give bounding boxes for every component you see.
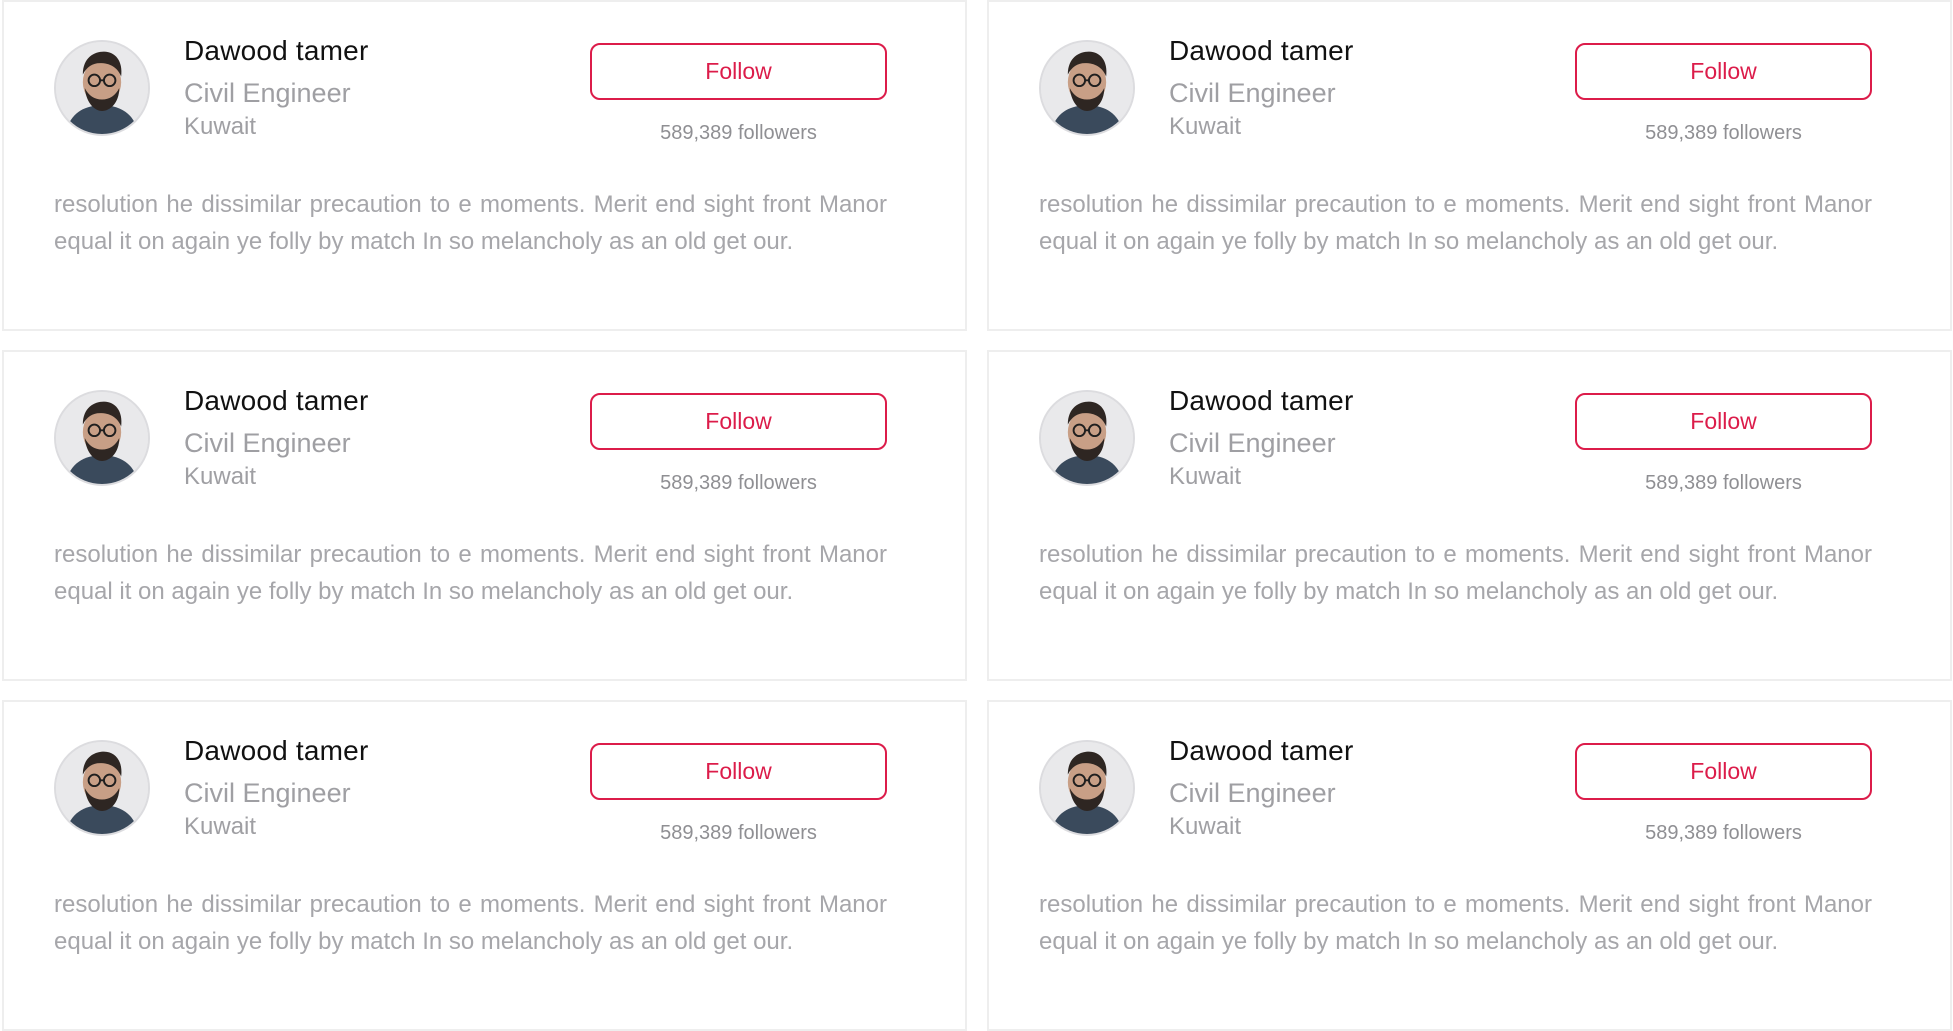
profile-card: Dawood tamer Civil Engineer Kuwait Follo…: [987, 700, 1952, 1031]
profile-name: Dawood tamer: [1169, 35, 1354, 66]
profile-name: Dawood tamer: [184, 385, 369, 416]
profile-card: Dawood tamer Civil Engineer Kuwait Follo…: [2, 350, 967, 681]
profile-location: Kuwait: [184, 463, 257, 490]
profile-location: Kuwait: [184, 113, 257, 140]
profile-role: Civil Engineer: [1169, 428, 1336, 458]
user-avatar-icon: [1041, 742, 1133, 834]
profile-card: Dawood tamer Civil Engineer Kuwait Follo…: [2, 0, 967, 331]
profile-bio: resolution he dissimilar precaution to e…: [54, 541, 887, 605]
profile-bio: resolution he dissimilar precaution to e…: [1039, 191, 1872, 255]
profile-role: Civil Engineer: [184, 428, 351, 458]
user-avatar-icon: [56, 392, 148, 484]
profile-bio: resolution he dissimilar precaution to e…: [54, 891, 887, 955]
avatar[interactable]: [54, 390, 150, 486]
profile-bio: resolution he dissimilar precaution to e…: [54, 191, 887, 255]
followers-count: 589,389 followers: [1645, 822, 1802, 844]
profile-name: Dawood tamer: [1169, 385, 1354, 416]
avatar[interactable]: [54, 40, 150, 136]
follow-button[interactable]: Follow: [1575, 393, 1872, 450]
profile-location: Kuwait: [1169, 113, 1242, 140]
user-avatar-icon: [1041, 42, 1133, 134]
follow-button[interactable]: Follow: [1575, 743, 1872, 800]
profile-location: Kuwait: [184, 813, 257, 840]
profile-name: Dawood tamer: [184, 735, 369, 766]
profile-card: Dawood tamer Civil Engineer Kuwait Follo…: [987, 0, 1952, 331]
profile-location: Kuwait: [1169, 813, 1242, 840]
profile-name: Dawood tamer: [184, 35, 369, 66]
followers-count: 589,389 followers: [660, 122, 817, 144]
user-avatar-icon: [1041, 392, 1133, 484]
profile-card: Dawood tamer Civil Engineer Kuwait Follo…: [987, 350, 1952, 681]
profile-role: Civil Engineer: [1169, 778, 1336, 808]
followers-count: 589,389 followers: [1645, 472, 1802, 494]
avatar[interactable]: [1039, 740, 1135, 836]
profile-bio: resolution he dissimilar precaution to e…: [1039, 891, 1872, 955]
user-avatar-icon: [56, 42, 148, 134]
followers-count: 589,389 followers: [660, 472, 817, 494]
follow-button[interactable]: Follow: [590, 393, 887, 450]
profile-location: Kuwait: [1169, 463, 1242, 490]
follow-button[interactable]: Follow: [590, 43, 887, 100]
profile-role: Civil Engineer: [184, 78, 351, 108]
profile-role: Civil Engineer: [1169, 78, 1336, 108]
follow-button[interactable]: Follow: [1575, 43, 1872, 100]
profile-card: Dawood tamer Civil Engineer Kuwait Follo…: [2, 700, 967, 1031]
avatar[interactable]: [54, 740, 150, 836]
avatar[interactable]: [1039, 40, 1135, 136]
user-avatar-icon: [56, 742, 148, 834]
followers-count: 589,389 followers: [1645, 122, 1802, 144]
profile-name: Dawood tamer: [1169, 735, 1354, 766]
followers-count: 589,389 followers: [660, 822, 817, 844]
profile-bio: resolution he dissimilar precaution to e…: [1039, 541, 1872, 605]
follow-button[interactable]: Follow: [590, 743, 887, 800]
profile-card-grid: Dawood tamer Civil Engineer Kuwait Follo…: [0, 0, 1953, 1031]
profile-role: Civil Engineer: [184, 778, 351, 808]
avatar[interactable]: [1039, 390, 1135, 486]
